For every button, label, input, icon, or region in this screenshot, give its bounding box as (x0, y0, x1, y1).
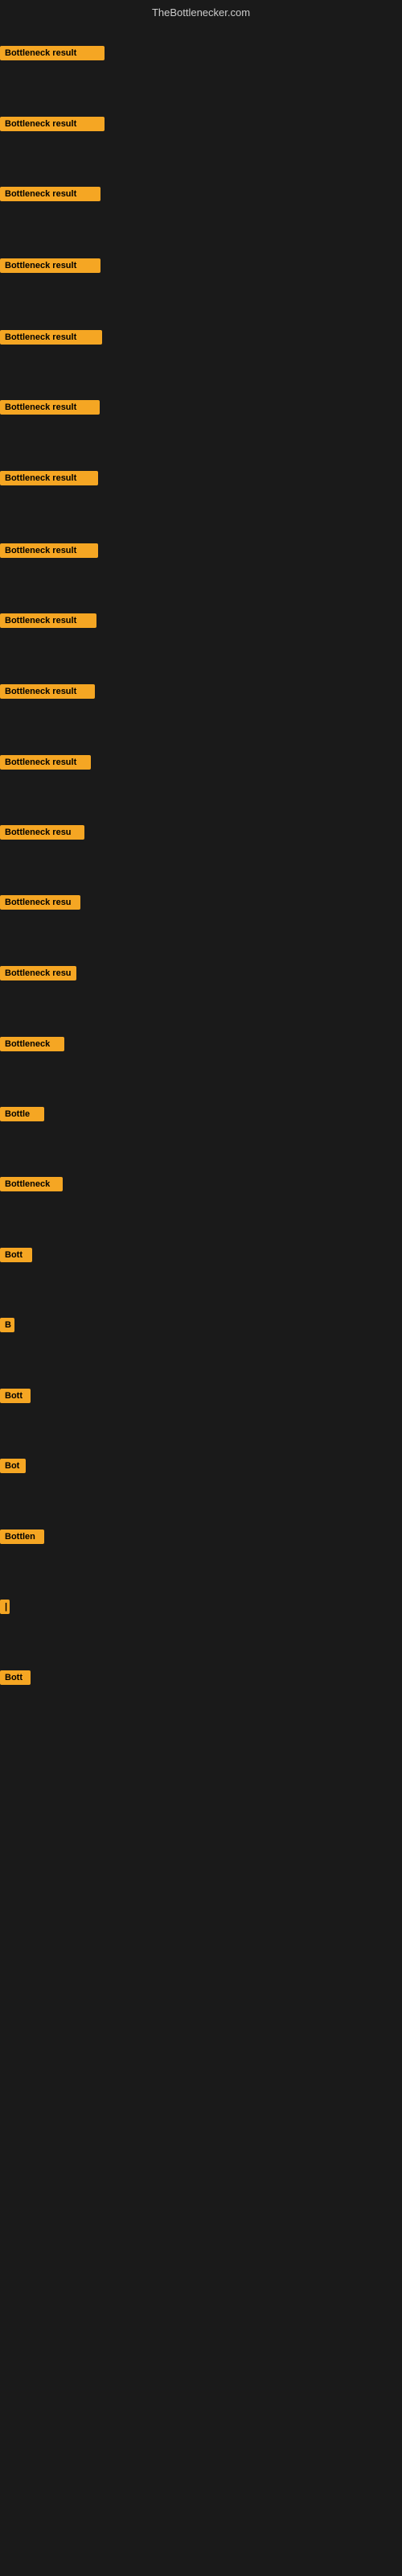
bottleneck-badge-22: Bottlen (0, 1530, 44, 1544)
bottleneck-badge-23: | (0, 1600, 10, 1614)
bottleneck-badge-20: Bott (0, 1389, 31, 1403)
bottleneck-badge-6: Bottleneck result (0, 400, 100, 415)
bottleneck-badge-14: Bottleneck resu (0, 966, 76, 980)
bottleneck-badge-8: Bottleneck result (0, 543, 98, 558)
bottleneck-badge-10: Bottleneck result (0, 684, 95, 699)
bottleneck-badge-11: Bottleneck result (0, 755, 91, 770)
bottleneck-badge-15: Bottleneck (0, 1037, 64, 1051)
bottleneck-badge-21: Bot (0, 1459, 26, 1473)
bottleneck-badge-16: Bottle (0, 1107, 44, 1121)
site-title: TheBottlenecker.com (152, 6, 250, 19)
bottleneck-badge-18: Bott (0, 1248, 32, 1262)
bottleneck-badge-24: Bott (0, 1670, 31, 1685)
bottleneck-badge-9: Bottleneck result (0, 613, 96, 628)
bottleneck-badge-4: Bottleneck result (0, 258, 100, 273)
bottleneck-badge-19: B (0, 1318, 14, 1332)
bottleneck-badge-13: Bottleneck resu (0, 895, 80, 910)
bottleneck-badge-2: Bottleneck result (0, 117, 105, 131)
bottleneck-badge-1: Bottleneck result (0, 46, 105, 60)
bottleneck-badge-7: Bottleneck result (0, 471, 98, 485)
bottleneck-badge-17: Bottleneck (0, 1177, 63, 1191)
bottleneck-badge-12: Bottleneck resu (0, 825, 84, 840)
bottleneck-badge-3: Bottleneck result (0, 187, 100, 201)
bottleneck-badge-5: Bottleneck result (0, 330, 102, 345)
